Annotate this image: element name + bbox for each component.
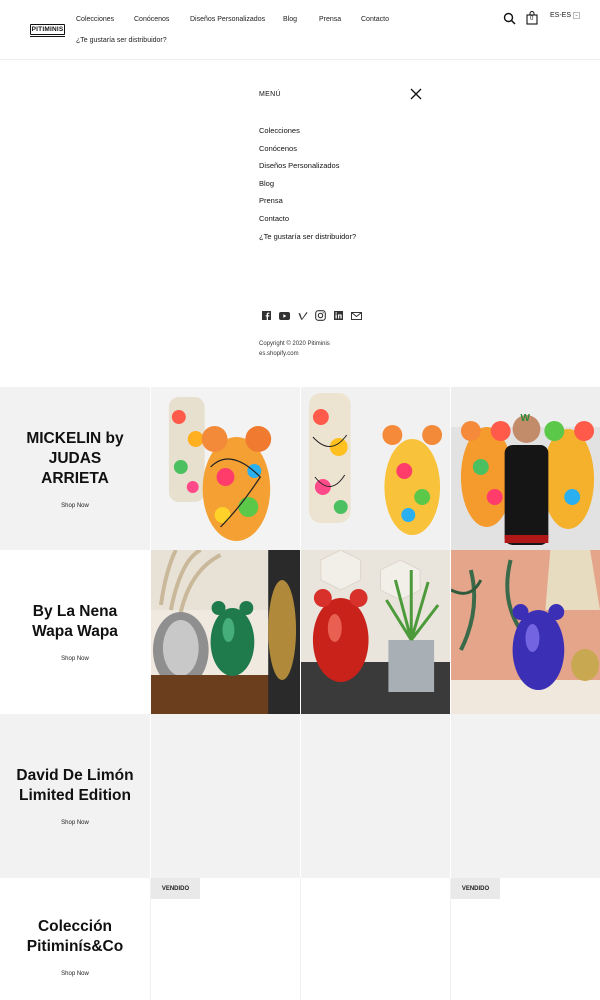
menu-list: Colecciones Conócenos Diseños Personaliz… bbox=[259, 126, 356, 249]
language-selector[interactable]: ES-ES ⌄ bbox=[550, 12, 581, 19]
shop-now-link[interactable]: Shop Now bbox=[61, 820, 89, 826]
menu-item-contacto[interactable]: Contacto bbox=[259, 214, 356, 232]
search-icon[interactable] bbox=[503, 12, 516, 25]
collection-card[interactable]: By La Nena Wapa Wapa Shop Now bbox=[0, 550, 150, 714]
shop-now-link[interactable]: Shop Now bbox=[61, 503, 89, 509]
nav-disenos-personalizados[interactable]: Diseños Personalizados bbox=[190, 16, 265, 23]
product-image-placeholder[interactable] bbox=[150, 714, 300, 878]
product-image-placeholder[interactable] bbox=[450, 714, 600, 878]
product-image-placeholder[interactable] bbox=[300, 714, 450, 878]
collection-row-pitiminis-co: Colección Pitiminís&Co Shop Now VENDIDO … bbox=[0, 878, 600, 1000]
collection-row-la-nena: By La Nena Wapa Wapa Shop Now bbox=[0, 550, 600, 714]
product-image[interactable] bbox=[300, 387, 450, 550]
collection-card[interactable]: Colección Pitiminís&Co Shop Now bbox=[0, 878, 150, 1000]
sold-badge: VENDIDO bbox=[451, 878, 500, 899]
shop-now-link[interactable]: Shop Now bbox=[61, 656, 89, 662]
chevron-down-icon: ⌄ bbox=[573, 12, 581, 19]
sold-badge: VENDIDO bbox=[151, 878, 200, 899]
product-image[interactable]: W bbox=[450, 387, 600, 550]
copyright-text: Copyright © 2020 Pitiminis es.shopify.co… bbox=[259, 341, 330, 357]
site-header: PITIMINIS Colecciones Conócenos Diseños … bbox=[0, 0, 600, 60]
mail-icon[interactable] bbox=[351, 310, 362, 321]
facebook-icon[interactable] bbox=[261, 310, 272, 321]
product-image[interactable] bbox=[300, 550, 450, 714]
menu-title: MENÚ bbox=[259, 91, 281, 98]
svg-text:W: W bbox=[521, 413, 531, 424]
menu-item-disenos-personalizados[interactable]: Diseños Personalizados bbox=[259, 161, 356, 179]
logo[interactable]: PITIMINIS bbox=[30, 24, 65, 37]
product-card[interactable]: VENDIDO bbox=[450, 878, 600, 1000]
menu-item-blog[interactable]: Blog bbox=[259, 179, 356, 197]
shop-now-link[interactable]: Shop Now bbox=[61, 971, 89, 977]
menu-item-prensa[interactable]: Prensa bbox=[259, 196, 356, 214]
nav-prensa[interactable]: Prensa bbox=[319, 16, 341, 23]
product-image[interactable] bbox=[150, 550, 300, 714]
social-links bbox=[261, 310, 362, 321]
collection-title: By La Nena Wapa Wapa bbox=[32, 603, 118, 640]
collection-row-david-de-limon: David De Limón Limited Edition Shop Now bbox=[0, 714, 600, 878]
menu-item-conocenos[interactable]: Conócenos bbox=[259, 144, 356, 162]
menu-item-colecciones[interactable]: Colecciones bbox=[259, 126, 356, 144]
collection-row-mickelin: MICKELIN by JUDAS ARRIETA Shop Now W bbox=[0, 387, 600, 550]
menu-item-distribuidor[interactable]: ¿Te gustaría ser distribuidor? bbox=[259, 232, 356, 250]
collection-card[interactable]: David De Limón Limited Edition Shop Now bbox=[0, 714, 150, 878]
language-value: ES-ES bbox=[550, 12, 572, 19]
nav-blog[interactable]: Blog bbox=[283, 16, 297, 23]
product-image[interactable] bbox=[150, 387, 300, 550]
collection-card[interactable]: MICKELIN by JUDAS ARRIETA Shop Now bbox=[0, 387, 150, 550]
nav-distribuidor[interactable]: ¿Te gustaría ser distribuidor? bbox=[76, 37, 167, 44]
cart-count: 0 bbox=[530, 16, 534, 22]
vimeo-icon[interactable] bbox=[297, 310, 308, 321]
collection-title: Colección Pitiminís&Co bbox=[26, 918, 124, 955]
linkedin-icon[interactable] bbox=[333, 310, 344, 321]
nav-conocenos[interactable]: Conócenos bbox=[134, 16, 169, 23]
collection-title: MICKELIN by JUDAS ARRIETA bbox=[26, 429, 124, 487]
nav-contacto[interactable]: Contacto bbox=[361, 16, 389, 23]
collection-title: David De Limón Limited Edition bbox=[16, 767, 134, 804]
product-card[interactable]: VENDIDO bbox=[150, 878, 300, 1000]
nav-colecciones[interactable]: Colecciones bbox=[76, 16, 114, 23]
instagram-icon[interactable] bbox=[315, 310, 326, 321]
product-card[interactable] bbox=[300, 878, 450, 1000]
close-icon[interactable] bbox=[410, 88, 422, 100]
product-image[interactable] bbox=[450, 550, 600, 714]
youtube-icon[interactable] bbox=[279, 310, 290, 321]
